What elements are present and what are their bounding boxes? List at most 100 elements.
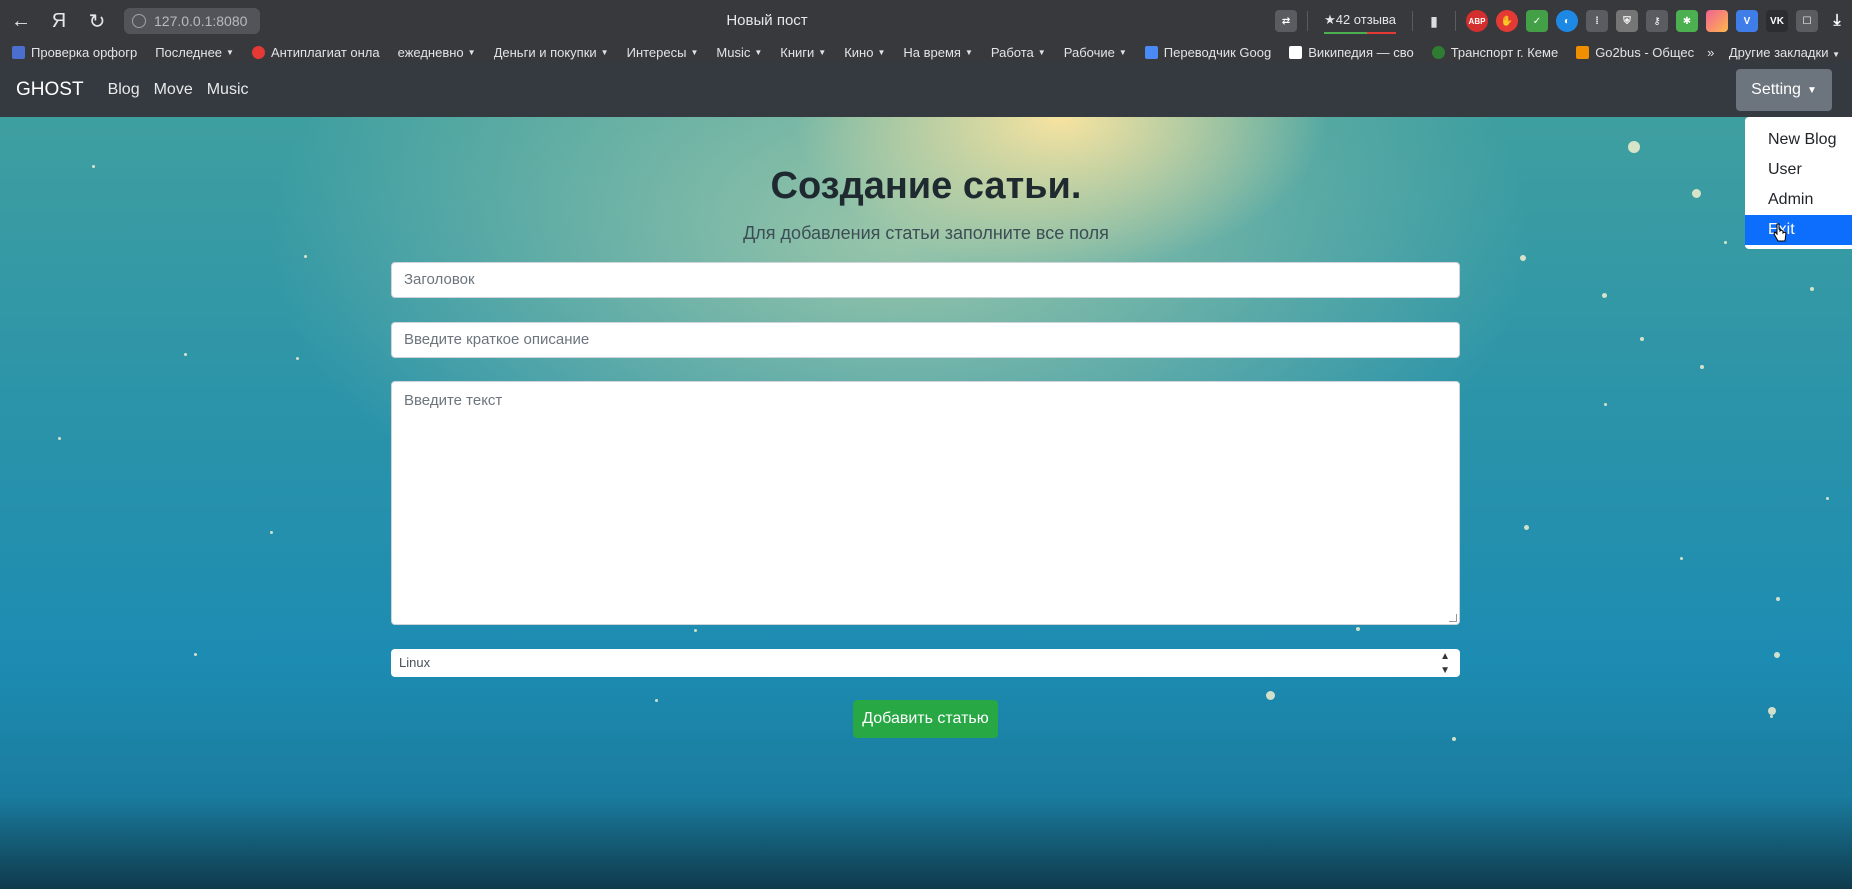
bookmark-folder[interactable]: Книги ▼	[780, 45, 826, 60]
category-select[interactable]: Linux ▲ ▼	[391, 649, 1460, 677]
chevron-down-icon: ▼	[754, 47, 763, 57]
nav-link-blog[interactable]: Blog	[108, 81, 140, 99]
toolbar-divider	[1307, 11, 1309, 31]
chevron-down-icon: ▼	[1832, 50, 1840, 59]
brand-logo[interactable]: GHOST	[16, 79, 84, 101]
chevron-down-icon: ▼	[818, 47, 827, 57]
setting-label: Setting	[1751, 81, 1801, 98]
menu-item-admin[interactable]: Admin	[1745, 185, 1852, 215]
other-bookmarks[interactable]: » Другие закладки ▼	[1707, 45, 1840, 60]
bookmark-folder[interactable]: Деньги и покупки ▼	[494, 45, 609, 60]
page-title: Создание сатьи.	[770, 165, 1082, 207]
reload-icon[interactable]: ↻	[80, 6, 114, 36]
setting-dropdown-button[interactable]: Setting ▼	[1736, 69, 1832, 111]
color-icon[interactable]	[1706, 10, 1728, 32]
add-article-button[interactable]: Добавить статью	[853, 700, 998, 738]
bookmark-label: Антиплагиат онла	[270, 44, 380, 60]
bus-icon	[1576, 45, 1590, 59]
menu-item-new-blog[interactable]: New Blog	[1745, 125, 1852, 155]
bookmark-label: Рабочие	[1063, 44, 1115, 60]
caret-down-icon: ▼	[1806, 84, 1817, 96]
toolbar-divider	[1455, 11, 1456, 31]
shield-icon[interactable]: ⛨	[1616, 10, 1638, 32]
bookmark-item[interactable]: Википедия — сво	[1289, 44, 1414, 60]
text-placeholder: Введите текст	[404, 392, 503, 409]
bookmark-label: Деньги и покупки	[493, 44, 597, 60]
menu-item-exit[interactable]: Exit	[1745, 215, 1852, 245]
bookmark-folder[interactable]: Последнее ▼	[155, 45, 234, 60]
site-navbar: GHOST Blog Move Music Setting ▼	[0, 62, 1852, 117]
bookmark-folder[interactable]: Кино ▼	[844, 45, 885, 60]
browser-toolbar: ← Я ↻ 127.0.0.1:8080 Новый пост ⇄ ★42 от…	[0, 0, 1852, 42]
bookmark-item[interactable]: Антиплагиат онла	[251, 44, 380, 60]
bookmark-folder[interactable]: Интересы ▼	[627, 45, 699, 60]
profile-icon[interactable]: ☐	[1796, 10, 1818, 32]
bookmark-item[interactable]: Переводчик Goog	[1144, 44, 1272, 60]
nav-link-music[interactable]: Music	[207, 81, 249, 99]
key-icon[interactable]: ⚷	[1646, 10, 1668, 32]
puzzle-icon[interactable]: ✱	[1676, 10, 1698, 32]
chevron-down-icon: ▼	[1037, 47, 1046, 57]
download-icon[interactable]: ⤓	[1826, 10, 1848, 32]
adblock-icon[interactable]: ABP	[1466, 10, 1488, 32]
back-icon[interactable]: ←	[4, 6, 38, 36]
hand-icon[interactable]: ✋	[1496, 10, 1518, 32]
description-input[interactable]: Введите краткое описание	[391, 322, 1460, 358]
bookmark-item[interactable]: Go2bus - Общес	[1576, 45, 1694, 60]
translate-page-icon[interactable]: ⇄	[1275, 10, 1298, 32]
bookmark-item[interactable]: Транспорт г. Кеме	[1431, 44, 1559, 60]
site-info-icon[interactable]	[132, 14, 146, 28]
vpn-icon[interactable]: ◐	[1556, 10, 1578, 32]
extension-icon[interactable]: ⁞	[1586, 10, 1608, 32]
vk-icon[interactable]: VK	[1766, 10, 1788, 32]
tab-title: Новый пост	[726, 12, 808, 29]
address-bar[interactable]: 127.0.0.1:8080	[124, 8, 260, 34]
grid-icon	[12, 45, 25, 59]
chevron-down-icon: ▼	[467, 47, 476, 57]
antiplagiat-icon	[251, 45, 265, 59]
v-icon[interactable]: V	[1736, 10, 1758, 32]
chevron-down-icon: ▼	[1118, 47, 1127, 57]
bookmark-label: Работа	[990, 44, 1034, 60]
chevron-down-icon: ▼	[690, 47, 699, 57]
toolbar-extensions: ⇄ ★42 отзыва ▮ ABP ✋ ✓ ◐ ⁞ ⛨ ⚷ ✱ V VK ☐ …	[1271, 0, 1852, 42]
bookmark-folder[interactable]: Music ▼	[716, 45, 762, 60]
bookmark-label: Книги	[780, 44, 815, 60]
bookmark-folder[interactable]: ежедневно ▼	[398, 45, 476, 60]
bookmark-label: Go2bus - Общес	[1595, 44, 1695, 60]
chevron-down-icon: ▼	[877, 47, 886, 57]
bookmark-label: На время	[903, 44, 961, 60]
bookmark-folder[interactable]: Рабочие ▼	[1064, 45, 1127, 60]
bookmark-label: Транспорт г. Кеме	[1450, 44, 1559, 60]
bookmark-icon[interactable]: ▮	[1423, 10, 1445, 32]
rating-badge[interactable]: ★42 отзыва	[1324, 12, 1396, 34]
nav-link-move[interactable]: Move	[154, 81, 193, 99]
text-textarea[interactable]: Введите текст	[391, 381, 1460, 625]
page-subtitle: Для добавления статьи заполните все поля	[743, 223, 1109, 243]
yandex-icon[interactable]: Я	[42, 6, 76, 36]
transport-icon	[1431, 45, 1445, 59]
main-content: Создание сатьи. Для добавления статьи за…	[0, 117, 1852, 889]
bookmark-label: Переводчик Goog	[1163, 44, 1272, 60]
bookmark-label: Последнее	[155, 44, 223, 60]
resize-handle-icon[interactable]	[1449, 614, 1457, 622]
select-arrows-icon: ▲ ▼	[1440, 651, 1450, 676]
title-input[interactable]: Заголовок	[391, 262, 1460, 298]
hand-cursor-icon	[1773, 223, 1787, 242]
bookmark-label: Интересы	[626, 44, 687, 60]
menu-item-user[interactable]: User	[1745, 155, 1852, 185]
bookmarks-bar: Проверка орфогр Последнее ▼ Антиплагиат о…	[0, 42, 1852, 62]
shield-check-icon[interactable]: ✓	[1526, 10, 1548, 32]
bookmark-label: Википедия — сво	[1308, 44, 1414, 60]
address-text: 127.0.0.1:8080	[154, 13, 248, 29]
bookmark-item[interactable]: Проверка орфогр	[12, 45, 137, 60]
translate-icon	[1144, 45, 1158, 59]
category-selected-value: Linux	[399, 655, 431, 670]
bookmark-folder[interactable]: Работа ▼	[991, 45, 1046, 60]
bookmark-folder[interactable]: На время ▼	[903, 45, 973, 60]
bookmark-label: Проверка орфогр	[31, 44, 138, 60]
bookmark-label: Кино	[844, 44, 874, 60]
toolbar-divider	[1412, 11, 1413, 31]
more-bookmarks-icon[interactable]: »	[1707, 45, 1714, 60]
chevron-down-icon: ▼	[600, 47, 609, 57]
